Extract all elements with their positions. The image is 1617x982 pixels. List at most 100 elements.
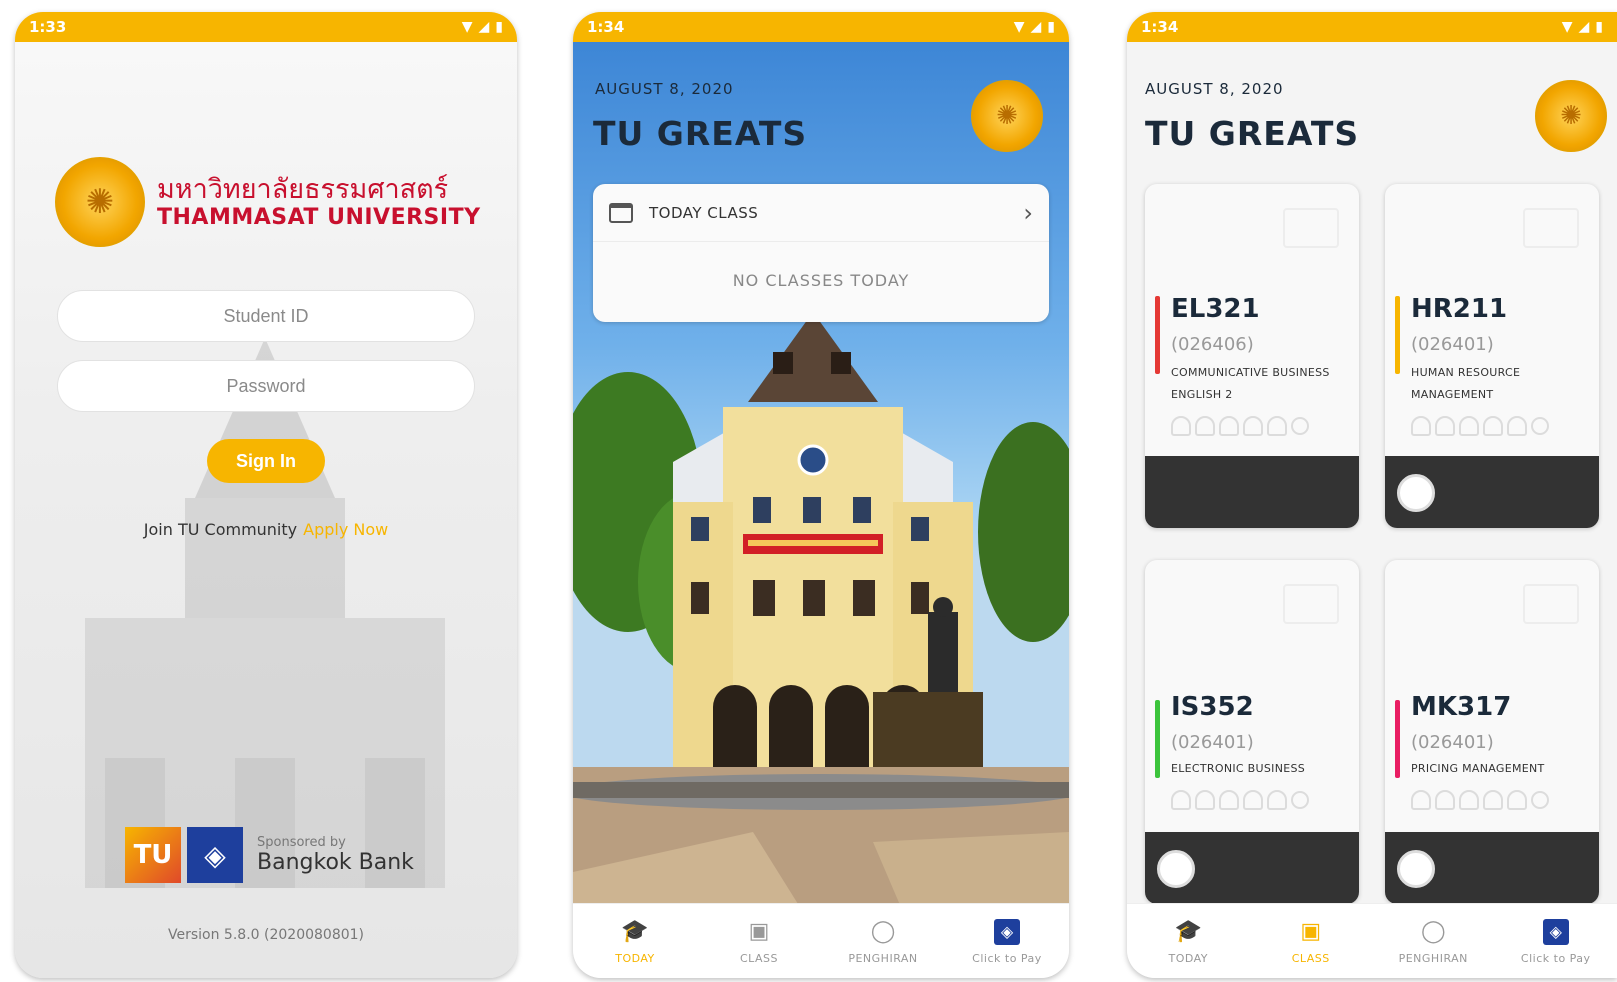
- today-class-label: TODAY CLASS: [649, 203, 759, 222]
- no-classes-message: NO CLASSES TODAY: [732, 271, 910, 290]
- nav-label: CLASS: [1291, 951, 1330, 965]
- join-community: Join TU Community Apply Now: [15, 520, 517, 539]
- person-icon: ◯: [870, 919, 896, 944]
- apply-now-link[interactable]: Apply Now: [303, 520, 388, 539]
- nav-label: PENGHIRAN: [1398, 951, 1468, 965]
- course-card[interactable]: IS352 (026401) ELECTRONIC BUSINESS: [1145, 560, 1359, 904]
- status-icons: ▼ ◢ ▮: [1014, 19, 1055, 35]
- course-code: EL321: [1171, 294, 1260, 324]
- presentation-icon: ▣: [1300, 919, 1322, 944]
- nav-pay[interactable]: ◈ Click to Pay: [1495, 904, 1617, 978]
- chevron-right-icon[interactable]: ›: [1023, 199, 1033, 227]
- course-section: (026401): [1411, 334, 1494, 355]
- avatar: [1397, 474, 1435, 512]
- sponsored-by-label: Sponsored by: [257, 835, 346, 850]
- join-text: Join TU Community: [143, 520, 298, 539]
- status-time: 1:33: [29, 18, 67, 36]
- bottom-navigation: 🎓 TODAY ▣ CLASS ◯ PENGHIRAN ◈ Click to P…: [573, 903, 1069, 978]
- today-screen: 1:34 ▼ ◢ ▮ AUGUST 8, 2020 TU GREATS ✺ TO…: [573, 12, 1069, 978]
- status-icons: ▼ ◢ ▮: [1562, 19, 1603, 35]
- nav-today[interactable]: 🎓 TODAY: [1127, 904, 1250, 978]
- building-watermark: [85, 338, 445, 888]
- login-screen: 1:33 ▼ ◢ ▮ ✺ มหาวิทยาลัยธรรมศาสตร์ THAMM…: [15, 12, 517, 978]
- course-name: ELECTRONIC BUSINESS: [1171, 762, 1306, 775]
- course-name: COMMUNICATIVE BUSINESS ENGLISH 2: [1171, 366, 1330, 401]
- today-class-header[interactable]: TODAY CLASS ›: [593, 184, 1049, 242]
- nav-label: Click to Pay: [972, 951, 1042, 965]
- graduation-cap-icon: 🎓: [621, 919, 649, 944]
- course-section: (026401): [1411, 732, 1494, 753]
- signal-icon: ◢: [1578, 19, 1590, 35]
- nav-label: CLASS: [739, 951, 779, 965]
- sign-in-button[interactable]: Sign In: [207, 439, 325, 483]
- attendance-dots: [1171, 790, 1309, 810]
- status-icons: ▼ ◢ ▮: [462, 19, 503, 35]
- bank-name: Bangkok Bank: [257, 850, 414, 875]
- thammasat-logo: ✺: [1535, 80, 1607, 152]
- battery-icon: ▮: [1595, 19, 1603, 35]
- date-label: AUGUST 8, 2020: [1145, 80, 1284, 98]
- signal-icon: ◢: [478, 19, 490, 35]
- nav-label: TODAY: [1168, 951, 1209, 965]
- book-icon: [1523, 584, 1579, 624]
- status-bar: 1:34 ▼ ◢ ▮: [1127, 12, 1617, 42]
- card-footer: [1385, 456, 1599, 528]
- nav-class[interactable]: ▣ CLASS: [1250, 904, 1373, 978]
- class-screen: 1:34 ▼ ◢ ▮ AUGUST 8, 2020 TU GREATS ✺ EL…: [1127, 12, 1617, 978]
- course-card[interactable]: MK317 (026401) PRICING MANAGEMENT: [1385, 560, 1599, 904]
- wifi-icon: ▼: [1013, 19, 1025, 35]
- bangkok-bank-logo-icon: ◈: [187, 827, 243, 883]
- course-code: IS352: [1171, 692, 1254, 722]
- date-label: AUGUST 8, 2020: [595, 80, 734, 98]
- nav-label: PENGHIRAN: [848, 951, 918, 965]
- card-footer: [1145, 832, 1359, 904]
- attendance-dots: [1411, 790, 1549, 810]
- battery-icon: ▮: [1047, 19, 1055, 35]
- nav-label: Click to Pay: [1520, 951, 1591, 965]
- thammasat-logo: ✺: [971, 80, 1043, 152]
- nav-today[interactable]: 🎓 TODAY: [573, 904, 697, 978]
- course-color-bar: [1155, 700, 1160, 778]
- card-footer: [1145, 456, 1359, 528]
- presentation-icon: ▣: [748, 919, 770, 944]
- signal-icon: ◢: [1030, 19, 1042, 35]
- course-color-bar: [1155, 296, 1160, 374]
- course-color-bar: [1395, 700, 1400, 778]
- status-time: 1:34: [1141, 18, 1179, 36]
- dome-building-image: [573, 312, 1069, 903]
- course-card[interactable]: HR211 (026401) HUMAN RESOURCE MANAGEMENT: [1385, 184, 1599, 528]
- avatar: [1397, 850, 1435, 888]
- version-text: Version 5.8.0 (2020080801): [168, 927, 364, 943]
- password-input[interactable]: [57, 360, 475, 412]
- course-name: HUMAN RESOURCE MANAGEMENT: [1411, 366, 1521, 401]
- today-class-card[interactable]: TODAY CLASS › NO CLASSES TODAY: [593, 184, 1049, 322]
- tu-logo-icon: TU: [125, 827, 181, 883]
- course-name: PRICING MANAGEMENT: [1411, 762, 1545, 775]
- calendar-icon: [609, 202, 633, 223]
- avatar: [1157, 850, 1195, 888]
- nav-pengkiran[interactable]: ◯ PENGHIRAN: [821, 904, 945, 978]
- university-name-english: THAMMASAT UNIVERSITY: [157, 205, 481, 230]
- attendance-dots: [1411, 416, 1549, 436]
- thammasat-logo: ✺: [55, 157, 145, 247]
- nav-label: TODAY: [615, 951, 655, 965]
- status-bar: 1:34 ▼ ◢ ▮: [573, 12, 1069, 42]
- sponsor-text: Sponsored by Bangkok Bank: [257, 835, 414, 875]
- person-icon: ◯: [1420, 919, 1446, 944]
- battery-icon: ▮: [495, 19, 503, 35]
- campus-photo: [573, 42, 1069, 903]
- nav-class[interactable]: ▣ CLASS: [697, 904, 821, 978]
- book-icon: [1523, 208, 1579, 248]
- card-footer: [1385, 832, 1599, 904]
- sponsor-block: TU ◈ Sponsored by Bangkok Bank: [125, 827, 414, 883]
- course-section: (026401): [1171, 732, 1254, 753]
- course-code: HR211: [1411, 294, 1508, 324]
- course-section: (026406): [1171, 334, 1254, 355]
- nav-pengkiran[interactable]: ◯ PENGHIRAN: [1372, 904, 1495, 978]
- nav-pay[interactable]: ◈ Click to Pay: [945, 904, 1069, 978]
- student-id-input[interactable]: [57, 290, 475, 342]
- course-card[interactable]: EL321 (026406) COMMUNICATIVE BUSINESS EN…: [1145, 184, 1359, 528]
- page-title: TU GREATS: [593, 114, 808, 153]
- status-bar: 1:33 ▼ ◢ ▮: [15, 12, 517, 42]
- university-name-thai: มหาวิทยาลัยธรรมศาสตร์: [157, 174, 449, 205]
